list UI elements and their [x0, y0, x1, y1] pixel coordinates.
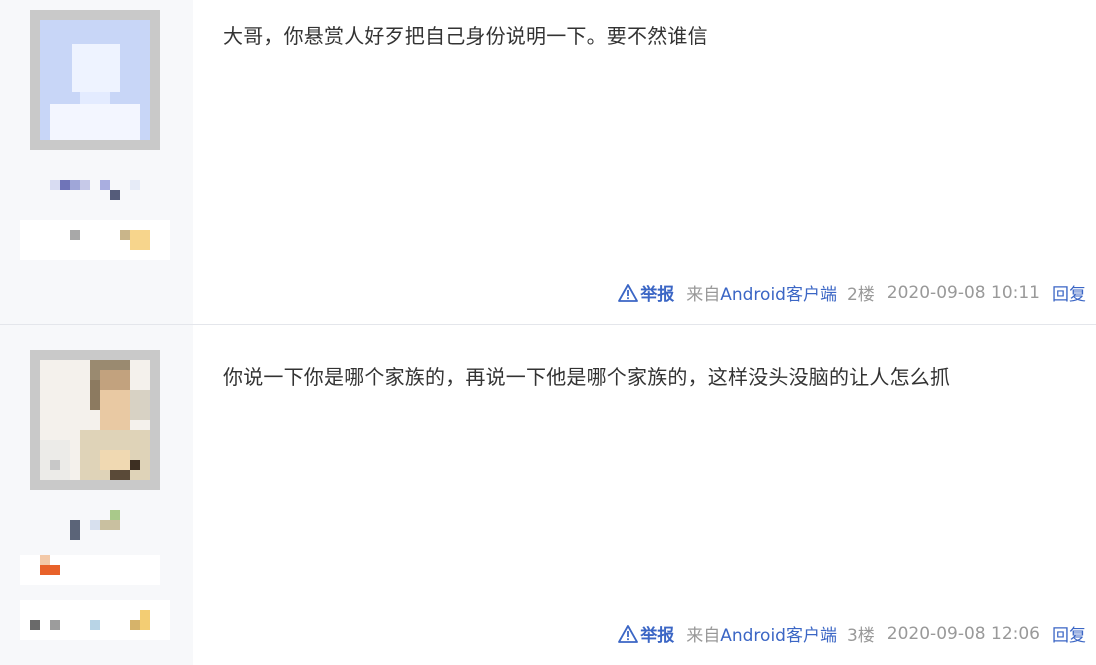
post-content: 你说一下你是哪个家族的，再说一下他是哪个家族的，这样没头没脑的让人怎么抓: [223, 365, 951, 389]
author-sidebar: [0, 0, 193, 324]
post-meta: 举报 来自Android客户端 2楼 2020-09-08 10:11 回复: [618, 280, 1086, 305]
author-sidebar: [0, 325, 193, 665]
post-floor-3: 你说一下你是哪个家族的，再说一下他是哪个家族的，这样没头没脑的让人怎么抓 举报 …: [0, 325, 1096, 665]
post-source: 来自Android客户端: [686, 621, 837, 646]
post-meta: 举报 来自Android客户端 3楼 2020-09-08 12:06 回复: [618, 621, 1086, 646]
user-badges-blurred: [20, 600, 170, 640]
avatar-silhouette-neck: [80, 90, 110, 104]
source-prefix: 来自: [686, 285, 721, 305]
source-prefix: 来自: [686, 626, 721, 646]
report-button[interactable]: 举报: [618, 621, 674, 646]
reply-button[interactable]: 回复: [1052, 280, 1086, 305]
post-source: 来自Android客户端: [686, 280, 837, 305]
source-platform-link[interactable]: Android客户端: [720, 626, 837, 646]
username-blurred[interactable]: [50, 180, 140, 200]
post-content: 大哥，你悬赏人好歹把自己身份说明一下。要不然谁信: [223, 24, 708, 48]
warning-triangle-icon: [618, 624, 639, 643]
floor-number: 3楼: [846, 626, 875, 646]
avatar-silhouette-head: [72, 44, 120, 92]
avatar-frame[interactable]: [30, 350, 160, 490]
avatar[interactable]: [40, 20, 150, 140]
report-button[interactable]: 举报: [618, 280, 674, 305]
avatar-silhouette-shoulder: [50, 104, 140, 140]
post-time: 2020-09-08 10:11: [886, 282, 1040, 303]
report-label: 举报: [640, 285, 675, 305]
source-platform-link[interactable]: Android客户端: [720, 285, 837, 305]
avatar-frame[interactable]: [30, 10, 160, 150]
avatar[interactable]: [40, 360, 150, 480]
report-label: 举报: [640, 626, 675, 646]
post-time: 2020-09-08 12:06: [886, 623, 1040, 644]
username-blurred[interactable]: [70, 510, 130, 540]
warning-triangle-icon: [618, 283, 639, 302]
floor-number: 2楼: [846, 285, 875, 305]
user-badges-blurred: [20, 220, 170, 260]
post-floor-2: 大哥，你悬赏人好歹把自己身份说明一下。要不然谁信 举报 来自Android客户端…: [0, 0, 1096, 324]
user-level-blurred: [20, 555, 160, 585]
reply-button[interactable]: 回复: [1052, 621, 1086, 646]
